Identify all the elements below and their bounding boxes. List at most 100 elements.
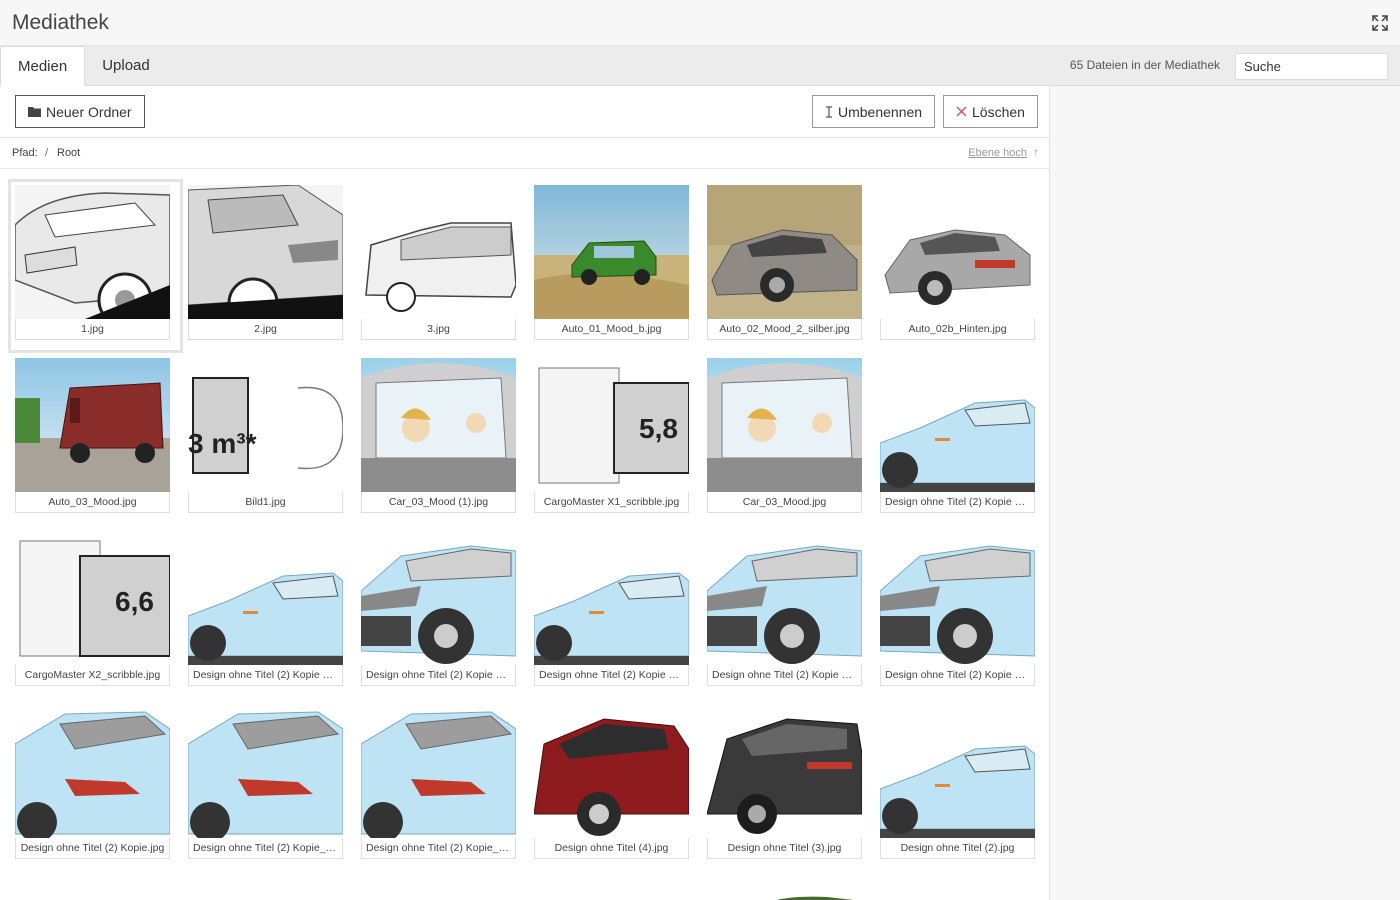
- file-name: Design ohne Titel (2) Kopie 2_...: [534, 665, 689, 686]
- path-separator: /: [45, 147, 49, 159]
- media-item[interactable]: Design ohne Titel (2) Kopie 2_...: [188, 531, 343, 686]
- fullscreen-icon[interactable]: [1370, 13, 1390, 33]
- new-folder-button[interactable]: Neuer Ordner: [15, 95, 145, 128]
- tab-medien[interactable]: Medien: [0, 46, 86, 86]
- thumbnail-image: [534, 185, 689, 319]
- window-title: Mediathek: [12, 10, 109, 34]
- svg-text:3 m³*: 3 m³*: [188, 428, 257, 459]
- media-item[interactable]: Car_03_Mood.jpg: [707, 358, 862, 513]
- media-item[interactable]: 3.jpg: [361, 185, 516, 340]
- media-item[interactable]: Design ohne Titel (2) Kopie 3.j...: [361, 531, 516, 686]
- arrow-up-icon[interactable]: ↑: [1033, 145, 1039, 159]
- thumbnail-image: [534, 704, 689, 838]
- thumbnail-image: [361, 531, 516, 665]
- delete-label: Löschen: [972, 103, 1025, 120]
- thumbnail-image: 5,8: [534, 358, 689, 492]
- file-name: Design ohne Titel (3).jpg: [707, 838, 862, 859]
- breadcrumb-root[interactable]: Root: [57, 147, 80, 159]
- svg-text:6,6: 6,6: [115, 586, 154, 617]
- media-item[interactable]: Auto_02_Mood_2_silber.jpg: [707, 185, 862, 340]
- file-name: 1.jpg: [15, 319, 170, 340]
- file-name: Design ohne Titel (2) Kopie 2_...: [188, 665, 343, 686]
- file-name: Design ohne Titel (2) Kopie 3_...: [707, 665, 862, 686]
- file-name: Auto_02_Mood_2_silber.jpg: [707, 319, 862, 340]
- media-item[interactable]: Design ohne Titel (2) Kopie 3_...: [707, 531, 862, 686]
- delete-button[interactable]: Löschen: [943, 95, 1038, 128]
- thumbnail-image: [188, 185, 343, 319]
- tab-upload[interactable]: Upload: [85, 46, 167, 85]
- thumbnail-image: [707, 358, 862, 492]
- close-icon: [956, 106, 967, 117]
- media-item[interactable]: 5,8 CargoMaster X1_scribble.jpg: [534, 358, 689, 513]
- breadcrumb: Pfad: / Root Ebene hoch ↑: [0, 138, 1049, 169]
- thumbnail-image: [707, 704, 862, 838]
- tab-bar: Medien Upload 65 Dateien in der Mediathe…: [0, 46, 1400, 86]
- media-item[interactable]: Design ohne Titel (3).jpg: [707, 704, 862, 859]
- thumbnail-image: 6,6: [15, 531, 170, 665]
- media-item[interactable]: Design ohne Titel (2) Kopie_1.j...: [361, 704, 516, 859]
- thumbnail-image: [534, 531, 689, 665]
- thumbnail-image: [880, 185, 1035, 319]
- new-folder-label: Neuer Ordner: [46, 103, 132, 120]
- file-name: CargoMaster X2_scribble.jpg: [15, 665, 170, 686]
- file-name: Car_03_Mood.jpg: [707, 492, 862, 513]
- thumbnail-image: [188, 531, 343, 665]
- thumbnail-image: [880, 704, 1035, 838]
- svg-text:5,8: 5,8: [639, 413, 678, 444]
- media-item[interactable]: 6,6 CargoMaster X2_scribble.jpg: [15, 531, 170, 686]
- thumbnail-image: [361, 704, 516, 838]
- file-name: Auto_01_Mood_b.jpg: [534, 319, 689, 340]
- file-name: Design ohne Titel (2).jpg: [880, 838, 1035, 859]
- media-item[interactable]: Auto_03_Mood.jpg: [15, 358, 170, 513]
- file-name: Design ohne Titel (2) Kopie_1.j...: [361, 838, 516, 859]
- media-item[interactable]: Design ohne Titel (2) Kopie_2.j...: [188, 704, 343, 859]
- media-panel: Neuer Ordner Umbenennen Löschen Pfad: / …: [0, 86, 1050, 900]
- file-name: 3.jpg: [361, 319, 516, 340]
- file-name: Design ohne Titel (2) Kopie 2.j...: [880, 492, 1035, 513]
- file-name: Car_03_Mood (1).jpg: [361, 492, 516, 513]
- thumbnail-image: [15, 185, 170, 319]
- file-name: Auto_03_Mood.jpg: [15, 492, 170, 513]
- media-item[interactable]: Design ohne Titel (2) Kopie 2_...: [534, 531, 689, 686]
- file-name: Bild1.jpg: [188, 492, 343, 513]
- thumbnail-image: [707, 531, 862, 665]
- media-item[interactable]: Design ohne Titel (2) Kopie.jpg: [15, 704, 170, 859]
- file-name: Auto_02b_Hinten.jpg: [880, 319, 1035, 340]
- thumbnail-image: [880, 531, 1035, 665]
- media-item[interactable]: Car_03_Mood (1).jpg: [361, 358, 516, 513]
- thumbnail-image: [188, 704, 343, 838]
- media-item[interactable]: 3 m³* Bild1.jpg: [188, 358, 343, 513]
- file-count: 65 Dateien in der Mediathek: [1069, 58, 1220, 72]
- media-item[interactable]: 2.jpg: [188, 185, 343, 340]
- title-bar: Mediathek: [0, 0, 1400, 46]
- thumbnail-image: [15, 704, 170, 838]
- media-item[interactable]: Auto_01_Mood_b.jpg: [534, 185, 689, 340]
- file-name: CargoMaster X1_scribble.jpg: [534, 492, 689, 513]
- text-cursor-icon: [825, 105, 833, 118]
- media-item[interactable]: Auto_02b_Hinten.jpg: [880, 185, 1035, 340]
- media-item[interactable]: 1.jpg: [8, 179, 183, 353]
- rename-label: Umbenennen: [838, 103, 923, 120]
- rename-button[interactable]: Umbenennen: [812, 95, 936, 128]
- media-item[interactable]: Design ohne Titel (2).jpg: [880, 704, 1035, 859]
- media-item[interactable]: Design ohne Titel (2) Kopie 3_...: [880, 531, 1035, 686]
- media-item[interactable]: Design ohne Titel (4).jpg: [534, 704, 689, 859]
- partial-thumbnail[interactable]: [707, 890, 862, 900]
- path-label: Pfad:: [12, 147, 38, 159]
- thumbnail-image: [880, 358, 1035, 492]
- file-name: Design ohne Titel (2) Kopie_2.j...: [188, 838, 343, 859]
- media-item[interactable]: Design ohne Titel (2) Kopie 2.j...: [880, 358, 1035, 513]
- file-name: 2.jpg: [188, 319, 343, 340]
- file-name: Design ohne Titel (2) Kopie 3_...: [880, 665, 1035, 686]
- thumbnail-image: 3 m³*: [188, 358, 343, 492]
- details-sidebar: [1050, 86, 1400, 900]
- thumbnail-image: [361, 358, 516, 492]
- file-name: Design ohne Titel (2) Kopie.jpg: [15, 838, 170, 859]
- toolbar: Neuer Ordner Umbenennen Löschen: [0, 86, 1049, 138]
- search-input[interactable]: [1235, 53, 1388, 80]
- file-name: Design ohne Titel (2) Kopie 3.j...: [361, 665, 516, 686]
- thumbnail-image: [707, 185, 862, 319]
- thumbnail-image: [361, 185, 516, 319]
- thumbnail-image: [15, 358, 170, 492]
- level-up-link[interactable]: Ebene hoch: [968, 147, 1027, 159]
